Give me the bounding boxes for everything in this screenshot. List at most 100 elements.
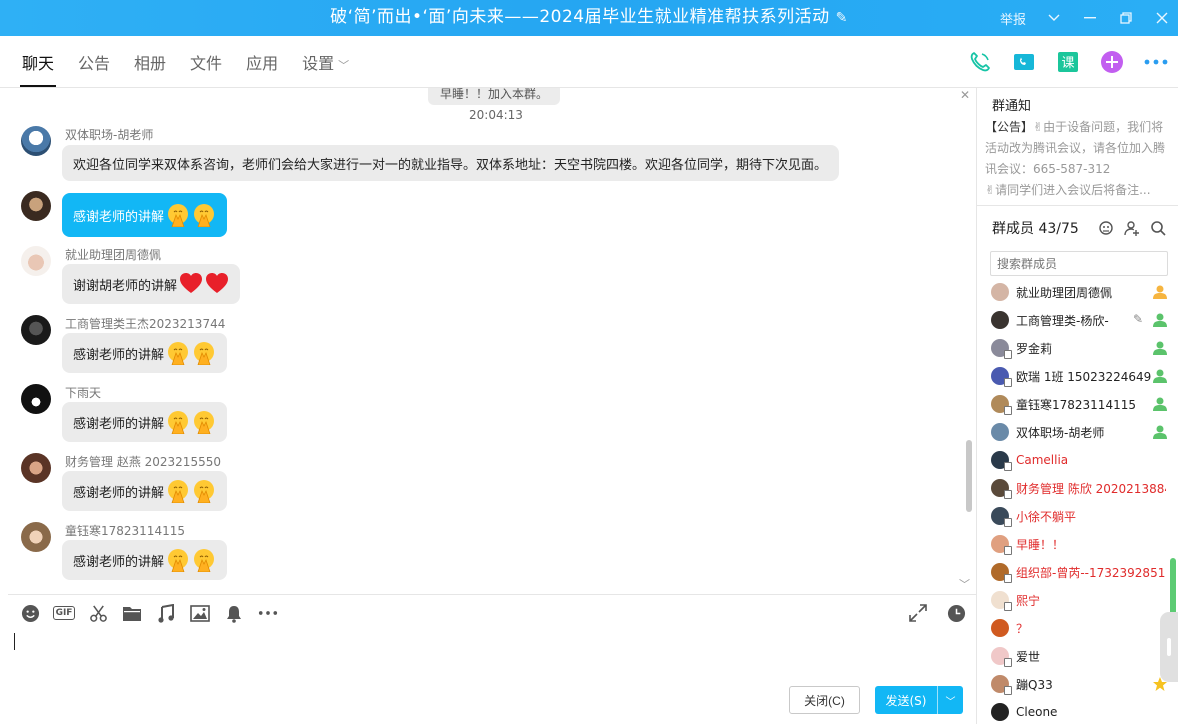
search-icon[interactable]	[1150, 220, 1166, 240]
close-icon[interactable]	[1154, 10, 1170, 26]
member-item[interactable]: 爱世	[991, 646, 1171, 667]
avatar[interactable]	[21, 246, 51, 276]
message-bubble[interactable]: 感谢老师的讲解	[62, 193, 228, 237]
minimize-icon[interactable]	[1082, 10, 1098, 26]
scissors-icon[interactable]	[88, 603, 108, 623]
member-item[interactable]: 工商管理类-杨欣- ✎	[991, 310, 1171, 330]
restore-icon[interactable]	[1118, 10, 1134, 26]
window-controls: 举报	[1000, 0, 1170, 36]
member-item[interactable]: 童钰寒17823114115	[991, 394, 1171, 415]
message-bubble[interactable]: 感谢老师的讲解	[62, 471, 228, 511]
pray-emoji-icon	[192, 410, 216, 435]
message-sender[interactable]: 工商管理类王杰2023213744	[65, 315, 225, 332]
member-item[interactable]: 财务管理 陈欣 2020213884	[991, 478, 1171, 499]
tab-files[interactable]: 文件	[190, 36, 222, 88]
member-search-input[interactable]	[990, 251, 1168, 276]
member-item[interactable]: ？	[991, 618, 1171, 638]
message-bubble[interactable]: 谢谢胡老师的讲解	[62, 264, 241, 304]
avatar	[991, 479, 1012, 499]
avatar	[991, 535, 1012, 555]
members-heading: 群成员 43/75	[992, 221, 1079, 237]
chevron-down-icon[interactable]	[1046, 10, 1062, 26]
member-scrollbar[interactable]	[1170, 558, 1176, 618]
phone-icon[interactable]	[968, 50, 992, 74]
message-composer: GIF 关闭(C) 发送(S) ﹀	[8, 594, 976, 724]
avatar[interactable]	[21, 453, 51, 483]
side-drawer-handle[interactable]	[1160, 612, 1178, 682]
message-bubble[interactable]: 感谢老师的讲解	[62, 333, 228, 373]
message-sender[interactable]: 童钰寒17823114115	[65, 522, 185, 539]
message-bubble[interactable]: 感谢老师的讲解	[62, 402, 228, 442]
chevron-down-icon: ﹀	[338, 59, 350, 72]
edit-title-icon[interactable]: ✎	[836, 10, 848, 26]
member-item[interactable]: Cleone	[991, 702, 1171, 722]
course-icon[interactable]: 课	[1056, 50, 1080, 74]
notice-heading: 群通知	[992, 99, 1032, 114]
pray-emoji-icon	[192, 203, 216, 228]
message-sender[interactable]: 下雨天	[65, 384, 101, 401]
close-button[interactable]: 关闭(C)	[789, 686, 860, 714]
message-sender[interactable]: 双体职场-胡老师	[65, 126, 153, 143]
message-sender[interactable]: 就业助理团周德佩	[65, 246, 161, 263]
emoji-icon[interactable]	[20, 603, 40, 623]
folder-icon[interactable]	[122, 603, 142, 623]
pray-emoji-icon	[166, 341, 190, 366]
member-item[interactable]: 早睡！！	[991, 534, 1171, 555]
title-bar: 破‘简’而出•‘面’向未来——2024届毕业生就业精准帮扶系列活动 ✎ 举报	[0, 0, 1178, 36]
avatar[interactable]	[21, 126, 51, 156]
tab-settings[interactable]: 设置 ﹀	[302, 36, 349, 88]
music-icon[interactable]	[156, 603, 176, 623]
avatar	[991, 311, 1009, 329]
avatar[interactable]	[21, 315, 51, 345]
expand-icon[interactable]	[908, 603, 928, 623]
avatar	[991, 451, 1012, 471]
member-item[interactable]: 就业助理团周德佩	[991, 282, 1171, 302]
chat-area[interactable]: 早睡！！加入本群。 20:04:13 ✕ 双体职场-胡老师 欢迎各位同学来双体系…	[8, 88, 976, 594]
tab-album[interactable]: 相册	[134, 36, 166, 88]
image-icon[interactable]	[190, 603, 210, 623]
chat-scrollbar[interactable]	[966, 440, 972, 512]
member-item[interactable]: 双体职场-胡老师	[991, 422, 1171, 442]
add-app-icon[interactable]	[1100, 50, 1124, 74]
member-item[interactable]: 蹦Q33	[991, 674, 1171, 695]
tab-announcement[interactable]: 公告	[78, 36, 110, 88]
member-item[interactable]: 欧瑞 1班 15023224649	[991, 366, 1171, 387]
message-bubble[interactable]: 欢迎各位同学来双体系咨询，老师们会给大家进行一对一的就业指导。双体系地址：天空书…	[62, 145, 839, 181]
admin-badge-icon	[1151, 339, 1169, 357]
member-item[interactable]: 组织部-曾芮--17323928517	[991, 562, 1171, 583]
group-notice[interactable]: 群通知 【公告】✌由于设备问题，我们将活动改为腾讯会议，请各位加入腾讯会议：66…	[977, 88, 1178, 206]
tab-apps[interactable]: 应用	[246, 36, 278, 88]
send-button[interactable]: 发送(S) ﹀	[875, 686, 963, 714]
edit-icon[interactable]: ✎	[1133, 312, 1143, 326]
avatar[interactable]	[21, 384, 51, 414]
history-clock-icon[interactable]	[946, 603, 966, 623]
tab-chat[interactable]: 聊天	[19, 36, 57, 88]
heart-emoji-icon	[205, 272, 229, 296]
chevron-down-icon[interactable]: ﹀	[937, 686, 963, 714]
pray-emoji-icon	[166, 410, 190, 435]
text-cursor[interactable]	[14, 633, 15, 650]
group-settings-icon[interactable]	[1098, 220, 1114, 240]
bell-icon[interactable]	[224, 603, 244, 623]
avatar[interactable]	[21, 191, 51, 221]
report-link[interactable]: 举报	[1000, 9, 1026, 28]
add-member-icon[interactable]	[1124, 220, 1140, 240]
message-bubble[interactable]: 感谢老师的讲解	[62, 540, 228, 580]
chevron-down-icon[interactable]: ﹀	[959, 576, 970, 592]
message-sender[interactable]: 财务管理 赵燕 2023215550	[65, 453, 221, 470]
admin-badge-icon	[1151, 311, 1169, 329]
pray-emoji-icon	[166, 548, 190, 573]
close-icon[interactable]: ✕	[960, 88, 970, 102]
gif-icon[interactable]: GIF	[52, 603, 76, 623]
member-item[interactable]: 小徐不躺平	[991, 506, 1171, 527]
member-item[interactable]: Camellia	[991, 450, 1171, 471]
member-item[interactable]: 罗金莉	[991, 338, 1171, 359]
avatar	[991, 339, 1012, 359]
member-item[interactable]: 熙宁	[991, 590, 1171, 611]
more-icon[interactable]	[258, 603, 278, 623]
notice-body: 【公告】✌由于设备问题，我们将活动改为腾讯会议，请各位加入腾讯会议：665-58…	[985, 120, 1166, 197]
video-call-icon[interactable]	[1012, 50, 1036, 74]
avatar[interactable]	[21, 522, 51, 552]
more-icon[interactable]	[1144, 50, 1168, 74]
pray-emoji-icon	[166, 203, 190, 228]
